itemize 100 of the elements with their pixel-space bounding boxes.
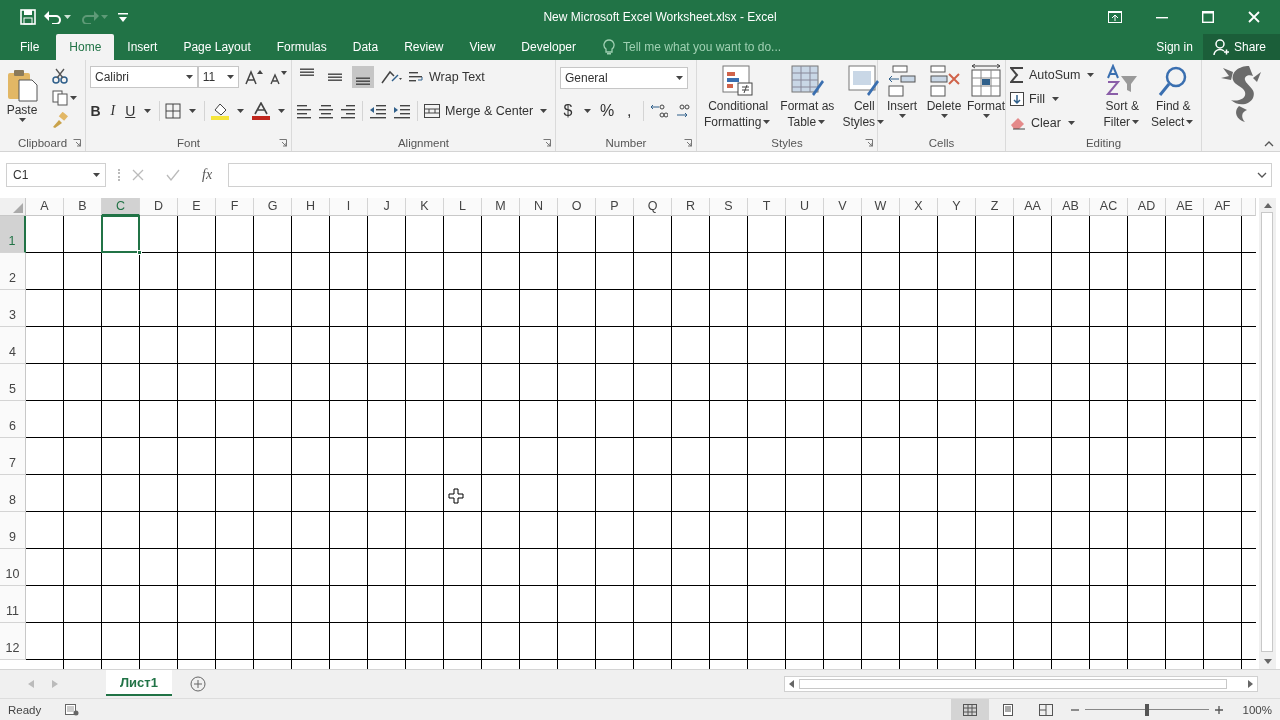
active-cell[interactable]: [101, 215, 140, 253]
insert-function-button[interactable]: fx: [202, 167, 213, 183]
row-header[interactable]: 8: [0, 475, 26, 512]
grow-font-icon[interactable]: [245, 69, 263, 85]
align-text-icon[interactable]: [296, 103, 312, 119]
cells-button[interactable]: Format: [966, 64, 1006, 118]
macro-record-icon[interactable]: [65, 703, 80, 716]
styles-button[interactable]: Format as Table: [777, 64, 838, 130]
column-header[interactable]: AB: [1052, 198, 1090, 216]
column-header[interactable]: K: [406, 198, 444, 216]
column-header[interactable]: Q: [634, 198, 672, 216]
column-header[interactable]: A: [26, 198, 64, 216]
scroll-up-icon[interactable]: [1263, 203, 1272, 208]
increase-decimal-icon[interactable]: [650, 103, 668, 119]
sign-in-link[interactable]: Sign in: [1146, 34, 1203, 60]
column-header[interactable]: S: [710, 198, 748, 216]
scroll-left-icon[interactable]: [789, 680, 794, 688]
merge-center-button[interactable]: Merge & Center: [424, 100, 550, 122]
column-header[interactable]: E: [178, 198, 216, 216]
ribbon-tab[interactable]: Formulas: [263, 34, 340, 60]
column-header[interactable]: AC: [1090, 198, 1128, 216]
underline-button[interactable]: U: [124, 100, 136, 122]
column-header[interactable]: AF: [1204, 198, 1242, 216]
column-header[interactable]: J: [368, 198, 406, 216]
undo-icon[interactable]: [44, 10, 62, 24]
column-header[interactable]: X: [900, 198, 938, 216]
column-header[interactable]: B: [64, 198, 102, 216]
column-header[interactable]: F: [216, 198, 254, 216]
ribbon-display-icon[interactable]: [1108, 11, 1122, 23]
copy-icon[interactable]: [52, 90, 68, 106]
ribbon-tab[interactable]: Page Layout: [170, 34, 264, 60]
comma-button[interactable]: ,: [621, 100, 638, 122]
sheet-tab[interactable]: Лист1: [106, 670, 172, 696]
close-icon[interactable]: [1248, 11, 1260, 23]
number-format-field[interactable]: General: [560, 67, 688, 89]
column-header[interactable]: D: [140, 198, 178, 216]
bold-button[interactable]: B: [90, 100, 102, 122]
view-button[interactable]: [950, 698, 989, 720]
share-button[interactable]: Share: [1202, 34, 1280, 60]
column-header[interactable]: P: [596, 198, 634, 216]
row-header[interactable]: 9: [0, 512, 26, 549]
percent-button[interactable]: %: [599, 100, 616, 122]
find-select-button[interactable]: Find & Select: [1148, 64, 1199, 130]
ribbon-tab[interactable]: Review: [391, 34, 457, 60]
column-header[interactable]: W: [862, 198, 900, 216]
align-text-icon[interactable]: [340, 103, 356, 119]
tell-me-field[interactable]: Tell me what you want to do...: [603, 34, 803, 60]
orientation-icon[interactable]: [380, 69, 402, 85]
increase-indent-icon[interactable]: [393, 103, 411, 119]
align-text-icon[interactable]: [318, 103, 334, 119]
row-header[interactable]: 3: [0, 290, 26, 327]
column-header[interactable]: V: [824, 198, 862, 216]
dialog-launcher-icon[interactable]: [279, 139, 287, 147]
sort-filter-button[interactable]: Sort & Filter: [1100, 64, 1145, 130]
column-header[interactable]: O: [558, 198, 596, 216]
wrap-text-button[interactable]: Wrap Text: [408, 66, 485, 88]
row-header[interactable]: 11: [0, 586, 26, 623]
row-header[interactable]: 7: [0, 438, 26, 475]
column-header[interactable]: N: [520, 198, 558, 216]
column-header[interactable]: Z: [976, 198, 1014, 216]
font-name-field[interactable]: Calibri: [90, 66, 198, 88]
ribbon-tab[interactable]: Developer: [508, 34, 589, 60]
zoom-in-icon[interactable]: [1214, 705, 1223, 714]
column-header[interactable]: AA: [1014, 198, 1052, 216]
column-header[interactable]: U: [786, 198, 824, 216]
dialog-launcher-icon[interactable]: [865, 139, 873, 147]
zoom-thumb[interactable]: [1144, 703, 1149, 716]
ribbon-tab[interactable]: File: [0, 34, 57, 60]
decrease-decimal-icon[interactable]: [674, 103, 692, 119]
cells-button[interactable]: Delete: [924, 64, 964, 118]
row-header[interactable]: 6: [0, 401, 26, 438]
column-header[interactable]: AD: [1128, 198, 1166, 216]
font-color-icon[interactable]: [252, 102, 270, 120]
new-sheet-icon[interactable]: [189, 676, 206, 692]
clear-button[interactable]: Clear: [1010, 112, 1097, 134]
autosum-button[interactable]: AutoSum: [1010, 64, 1097, 86]
italic-button[interactable]: I: [107, 100, 119, 122]
row-header[interactable]: 12: [0, 623, 26, 660]
vertical-align-button[interactable]: [352, 66, 374, 88]
column-header[interactable]: T: [748, 198, 786, 216]
dialog-launcher-icon[interactable]: [543, 139, 551, 147]
collapse-ribbon-icon[interactable]: [1264, 141, 1274, 147]
paste-button[interactable]: Paste: [4, 64, 40, 134]
expand-icon[interactable]: [1257, 172, 1267, 178]
styles-button[interactable]: Conditional Formatting: [701, 64, 776, 130]
row-header[interactable]: 2: [0, 253, 26, 290]
borders-icon[interactable]: [165, 103, 182, 119]
column-header[interactable]: R: [672, 198, 710, 216]
fill-button[interactable]: Fill: [1010, 88, 1097, 110]
ribbon-tab[interactable]: View: [456, 34, 509, 60]
cell-grid[interactable]: [26, 216, 1256, 669]
column-header[interactable]: H: [292, 198, 330, 216]
ribbon-tab[interactable]: Insert: [114, 34, 171, 60]
fill-color-icon[interactable]: [211, 102, 229, 120]
maximize-icon[interactable]: [1202, 11, 1214, 23]
row-header[interactable]: 10: [0, 549, 26, 586]
shrink-font-icon[interactable]: [269, 69, 287, 85]
save-icon[interactable]: [20, 9, 36, 25]
dialog-launcher-icon[interactable]: [684, 139, 692, 147]
font-size-field[interactable]: 11: [197, 66, 239, 88]
